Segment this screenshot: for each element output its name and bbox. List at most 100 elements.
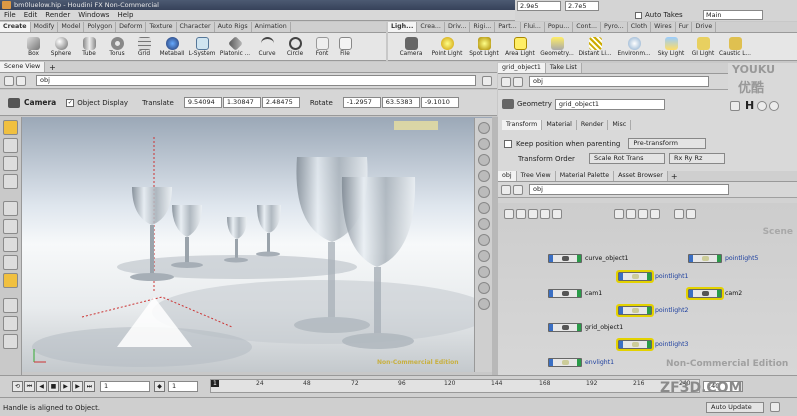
rotate-y-field[interactable]: 63.5383 <box>381 97 420 108</box>
shelf-tab-character[interactable]: Character <box>177 22 215 32</box>
node-name-field[interactable]: grid_object1 <box>554 98 665 110</box>
tool-tube[interactable]: Tube <box>75 36 103 57</box>
shelf-tab-deform[interactable]: Deform <box>116 22 147 32</box>
add-tab-icon[interactable]: + <box>49 63 56 72</box>
pin-icon[interactable] <box>482 75 492 86</box>
tab-take-list[interactable]: Take List <box>545 63 582 73</box>
shelf-tab-drive[interactable]: Driv... <box>445 22 471 32</box>
node-grid-object1[interactable]: grid_object1 <box>548 322 623 333</box>
tool-camera[interactable]: Camera <box>394 36 428 57</box>
shelf-tab-texture[interactable]: Texture <box>146 22 177 32</box>
shelf-tab-create-2[interactable]: Crea... <box>417 22 445 32</box>
menu-edit[interactable]: Edit <box>20 10 42 21</box>
node-pointlight3[interactable]: pointlight3 <box>616 338 688 351</box>
tool-torus[interactable]: Torus <box>103 36 131 57</box>
scale-tool-icon[interactable] <box>3 174 18 189</box>
tool-gi-light[interactable]: GI Light <box>688 36 718 57</box>
update-mode-icon[interactable] <box>770 402 780 412</box>
shelf-tab-fluids[interactable]: Flui... <box>521 22 545 32</box>
display-option-icon-8[interactable] <box>477 234 490 246</box>
tab-asset-browser[interactable]: Asset Browser <box>614 171 668 181</box>
tool-platonic[interactable]: Platonic ... <box>217 36 253 57</box>
shelf-tab-model[interactable]: Model <box>58 22 85 32</box>
help-icon[interactable] <box>757 100 768 111</box>
menu-windows[interactable]: Windows <box>74 10 113 21</box>
display-option-icon-10[interactable] <box>477 266 490 278</box>
menu-help[interactable]: Help <box>113 10 137 21</box>
start-frame-field[interactable]: 1 <box>100 381 150 392</box>
shelf-tab-wires[interactable]: Wires <box>651 22 676 32</box>
auto-takes-checkbox[interactable] <box>635 11 642 19</box>
translate-x-field[interactable]: 9.54094 <box>183 97 222 108</box>
tool-point-light[interactable]: Point Light <box>428 36 466 57</box>
shelf-tab-lights[interactable]: Ligh... <box>388 22 418 32</box>
tool-font[interactable]: Font <box>309 36 335 57</box>
shelf-tab-cloth[interactable]: Cloth <box>628 22 652 32</box>
shelf-tab-fur[interactable]: Fur <box>676 22 693 32</box>
pointer-arrow-icon[interactable] <box>3 201 18 216</box>
menu-file[interactable]: File <box>0 10 20 21</box>
rotate-x-field[interactable]: -1.2957 <box>342 97 381 108</box>
move-tool-icon[interactable] <box>3 138 18 153</box>
shelf-tab-pyro[interactable]: Pyro... <box>601 22 628 32</box>
tool-lsystem[interactable]: L-System <box>187 36 217 57</box>
tool-curve[interactable]: Curve <box>253 36 281 57</box>
stop-icon[interactable]: ■ <box>48 381 59 392</box>
display-option-icon-6[interactable] <box>477 202 490 214</box>
tool-spot-light[interactable]: Spot Light <box>466 36 502 57</box>
shelf-tab-particles[interactable]: Part... <box>495 22 521 32</box>
node-pointlight2[interactable]: pointlight2 <box>616 304 688 317</box>
tool-area-light[interactable]: Area Light <box>502 36 538 57</box>
tool-geometry-light[interactable]: Geometry... <box>538 36 576 57</box>
tab-obj[interactable]: obj <box>498 171 517 181</box>
list-mode-icon[interactable] <box>504 209 514 219</box>
menu-render[interactable]: Render <box>41 10 74 21</box>
display-option-icon-5[interactable] <box>477 186 490 198</box>
shelf-tab-populate[interactable]: Popu... <box>545 22 574 32</box>
timeline-ruler[interactable]: 1 24 48 72 96 120 144 168 192 216 240 <box>210 379 700 393</box>
translate-y-field[interactable]: 1.30847 <box>222 97 261 108</box>
shelf-tab-drive-2[interactable]: Drive <box>692 22 717 32</box>
shelf-tab-container[interactable]: Cont... <box>573 22 601 32</box>
take-select[interactable]: Main <box>703 10 763 20</box>
keep-position-select[interactable]: Pre-transform <box>628 138 707 149</box>
sticky-note-icon[interactable] <box>552 209 562 219</box>
tool-sphere[interactable]: Sphere <box>47 36 75 57</box>
tool-box[interactable]: Box <box>20 36 47 57</box>
back-arrow-icon[interactable] <box>501 184 511 195</box>
tab-tree-view[interactable]: Tree View <box>516 171 556 181</box>
tool-file[interactable]: File <box>335 36 355 57</box>
tool-sky-light[interactable]: Sky Light <box>654 36 688 57</box>
capture-icon[interactable] <box>3 334 18 349</box>
select-tool-icon[interactable] <box>3 120 18 135</box>
tool-circle[interactable]: Circle <box>281 36 309 57</box>
grid-mode-icon[interactable] <box>528 209 538 219</box>
view-tool-icon[interactable] <box>3 255 18 270</box>
shelf-tab-rigid[interactable]: Rigi... <box>470 22 496 32</box>
tool-metaball[interactable]: Metaball <box>157 36 187 57</box>
tab-scene-view[interactable]: Scene View <box>0 62 46 72</box>
shelf-tab-modify[interactable]: Modify <box>31 22 59 32</box>
tree-mode-icon[interactable] <box>516 209 526 219</box>
transform-order-select[interactable]: Scale Rot Trans <box>588 153 665 164</box>
snap-tool-icon[interactable] <box>3 273 18 288</box>
display-option-icon-1[interactable] <box>477 122 490 134</box>
subtab-material[interactable]: Material <box>542 120 577 130</box>
display-option-icon-4[interactable] <box>477 170 490 182</box>
forward-arrow-icon[interactable] <box>513 76 523 87</box>
network-path-field[interactable]: obj <box>529 184 729 195</box>
display-option-icon-12[interactable] <box>477 298 490 310</box>
hscript-help-icon[interactable]: H <box>745 99 754 112</box>
shelf-tab-animation[interactable]: Animation <box>252 22 291 32</box>
node-curve-object1[interactable]: curve_object1 <box>548 253 628 264</box>
handle-tool-icon[interactable] <box>3 219 18 234</box>
tab-material-palette[interactable]: Material Palette <box>555 171 615 181</box>
jump-end-icon[interactable]: ⏭ <box>84 381 95 392</box>
play-icon[interactable]: ▶ <box>60 381 71 392</box>
keep-position-checkbox[interactable] <box>504 139 512 148</box>
rotation-order-select[interactable]: Rx Ry Rz <box>668 153 725 164</box>
display-option-icon-7[interactable] <box>477 218 490 230</box>
pose-tool-icon[interactable] <box>3 237 18 252</box>
node-pointlight1[interactable]: pointlight1 <box>616 270 688 283</box>
step-back-icon[interactable]: ◀ <box>36 381 47 392</box>
